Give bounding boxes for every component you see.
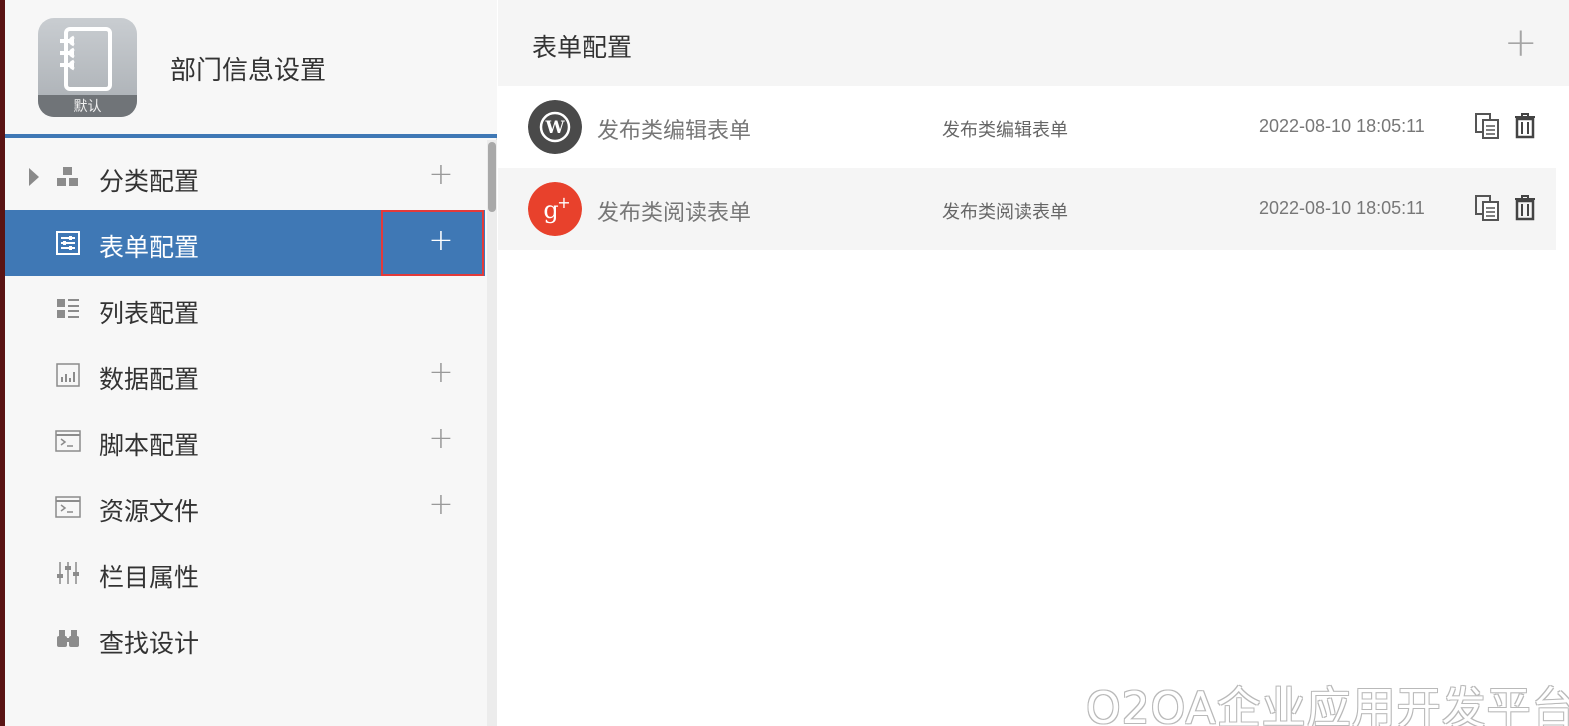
form-name[interactable]: 发布类阅读表单 (597, 195, 751, 227)
copy-icon[interactable] (1474, 112, 1500, 140)
form-alias: 发布类阅读表单 (942, 202, 1068, 223)
page-title: 表单配置 (532, 33, 633, 62)
svg-text:W: W (544, 118, 565, 138)
sidebar-item-label: 脚本配置 (99, 431, 200, 460)
sidebar-item-search-design[interactable]: 查找设计 (5, 606, 485, 672)
sidebar-item-data[interactable]: 数据配置 + (5, 342, 485, 408)
sidebar-item-label: 查找设计 (99, 629, 200, 658)
list-item[interactable]: W 发布类编辑表单 发布类编辑表单 2022-08-10 18:05:11 (498, 86, 1556, 168)
sidebar-item-list[interactable]: 列表配置 (5, 276, 485, 342)
sidebar-nav: 分类配置 + 表单配置 + 列表配置 数据配置 + 脚本配置 + 资源文件 + … (5, 144, 485, 672)
sidebar-item-resource[interactable]: 资源文件 + (5, 474, 485, 540)
list-icon (57, 299, 79, 318)
add-data-button[interactable]: + (426, 358, 456, 389)
add-category-button[interactable]: + (426, 160, 456, 191)
svg-text:+: + (557, 193, 570, 212)
sidebar-item-form[interactable]: 表单配置 + (5, 210, 485, 276)
app-icon-badge: 默认 (38, 95, 137, 117)
expand-arrow-icon[interactable] (29, 168, 39, 186)
sidebar-item-label: 列表配置 (99, 299, 200, 328)
binoculars-icon (57, 630, 79, 647)
sidebar-item-label: 分类配置 (99, 167, 200, 196)
resource-icon (55, 496, 81, 518)
add-resource-button[interactable]: + (426, 490, 456, 521)
app-name: 部门信息设置 (170, 56, 327, 86)
google-plus-icon: g + (528, 182, 582, 236)
sidebar-item-label: 数据配置 (99, 365, 200, 394)
scrollbar-thumb[interactable] (488, 142, 496, 212)
app-header: 默认 部门信息设置 (5, 0, 497, 138)
trash-icon[interactable] (1514, 193, 1536, 221)
sliders-icon (57, 562, 79, 584)
notebook-icon (60, 27, 112, 91)
sidebar-item-category[interactable]: 分类配置 + (5, 144, 485, 210)
form-timestamp: 2022-08-10 18:05:11 (1259, 198, 1425, 218)
app-icon[interactable]: 默认 (38, 18, 137, 117)
form-alias: 发布类编辑表单 (942, 120, 1068, 141)
sidebar-scrollbar[interactable] (487, 140, 497, 726)
list-item[interactable]: g + 发布类阅读表单 发布类阅读表单 2022-08-10 18:05:11 (498, 168, 1556, 250)
form-name[interactable]: 发布类编辑表单 (597, 113, 751, 145)
add-script-button[interactable]: + (426, 424, 456, 455)
sidebar-item-script[interactable]: 脚本配置 + (5, 408, 485, 474)
main-panel: 表单配置 + W 发布类编辑表单 发布类编辑表单 2022-08-10 18:0… (498, 0, 1569, 726)
sidebar-item-label: 栏目属性 (99, 563, 200, 592)
copy-icon[interactable] (1474, 194, 1500, 222)
sidebar-item-label: 资源文件 (99, 497, 200, 526)
sidebar-item-column-properties[interactable]: 栏目属性 (5, 540, 485, 606)
add-form-button[interactable]: + (1504, 23, 1538, 63)
category-icon (57, 167, 78, 186)
form-timestamp: 2022-08-10 18:05:11 (1259, 116, 1425, 136)
form-icon (56, 231, 80, 255)
chart-icon (56, 363, 80, 387)
trash-icon[interactable] (1514, 111, 1536, 139)
main-header: 表单配置 + (498, 0, 1569, 86)
wordpress-icon: W (528, 100, 582, 154)
form-list: W 发布类编辑表单 发布类编辑表单 2022-08-10 18:05:11 g … (498, 86, 1556, 250)
sidebar-item-label: 表单配置 (99, 233, 200, 262)
sidebar: 默认 部门信息设置 分类配置 + 表单配置 + 列表配置 数据配置 + 脚本配置… (5, 0, 497, 726)
add-form-button[interactable]: + (426, 226, 456, 257)
watermark: O2OA企业应用开发平台 (1086, 683, 1569, 726)
script-icon (55, 430, 81, 452)
